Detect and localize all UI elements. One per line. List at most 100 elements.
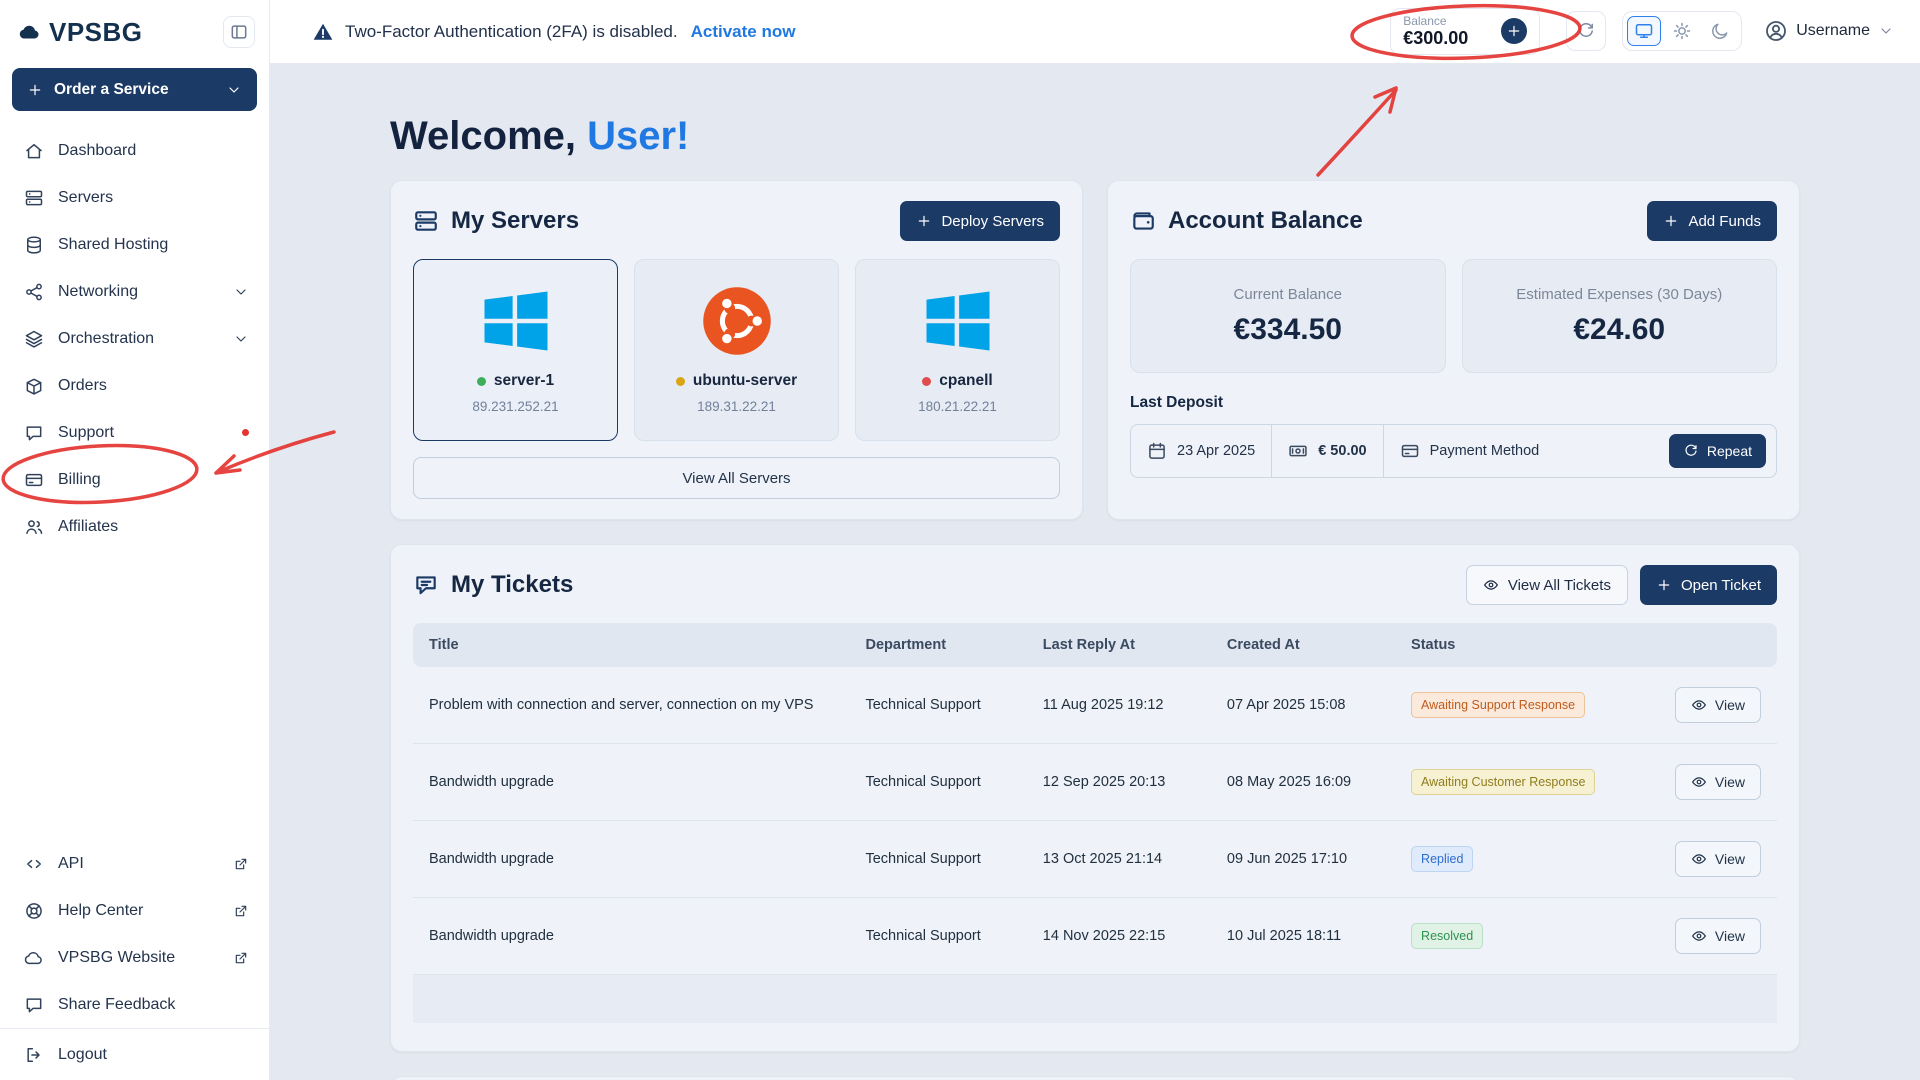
windows-logo-icon [922,285,994,357]
orders-icon [24,376,44,396]
vpsbg-logo[interactable]: VPSBG [18,17,143,48]
add-funds-button[interactable]: Add Funds [1647,201,1777,241]
home-icon [24,141,44,161]
sidebar-item-orders[interactable]: Orders [0,362,269,409]
view-ticket-button[interactable]: View [1675,764,1761,800]
ticket-title: Bandwidth upgrade [413,821,849,898]
orchestration-icon [24,329,44,349]
sidebar-item-servers[interactable]: Servers [0,174,269,221]
user-menu[interactable]: Username [1764,19,1894,43]
topbar: Two-Factor Authentication (2FA) is disab… [270,0,1920,64]
column-status: Status [1395,623,1627,667]
code-icon [24,854,44,874]
balance-value: €300.00 [1403,28,1468,50]
column-title: Title [413,623,849,667]
sidebar-item-share-feedback[interactable]: Share Feedback [0,981,269,1028]
view-all-servers-button[interactable]: View All Servers [413,457,1060,499]
status-dot [676,377,685,386]
sidebar-item-shared-hosting[interactable]: Shared Hosting [0,221,269,268]
eye-icon [1691,697,1707,713]
view-ticket-button[interactable]: View [1675,918,1761,954]
deposit-date: 23 Apr 2025 [1131,425,1271,477]
server-name: ubuntu-server [693,372,797,390]
light-theme-button[interactable] [1665,16,1699,46]
ticket-created: 07 Apr 2025 15:08 [1211,667,1395,744]
sidebar-item-dashboard[interactable]: Dashboard [0,127,269,174]
tickets-table: Title Department Last Reply At Created A… [413,623,1777,1023]
add-balance-button[interactable] [1501,18,1527,44]
view-ticket-button[interactable]: View [1675,841,1761,877]
credit-card-icon [1400,441,1420,461]
dark-theme-button[interactable] [1703,16,1737,46]
sidebar-item-vpsbg-website[interactable]: VPSBG Website [0,934,269,981]
order-service-label: Order a Service [54,81,169,99]
sidebar-item-logout[interactable]: Logout [0,1028,269,1080]
page-title: Welcome, User! [390,112,1800,160]
last-deposit-label: Last Deposit [1130,394,1777,412]
ticket-last-reply: 13 Oct 2025 21:14 [1027,821,1211,898]
external-link-icon [233,903,249,919]
last-deposit-row: 23 Apr 2025 € 50.00 Payment Method Repea… [1130,424,1777,478]
balance-text: Balance €300.00 [1403,14,1468,50]
repeat-deposit-button[interactable]: Repeat [1669,434,1766,468]
server-tile-cpanell[interactable]: cpanell 180.21.22.21 [855,259,1060,441]
username-label: Username [1796,22,1870,40]
empty-table-row [413,975,1777,1023]
theme-switcher [1622,11,1742,51]
my-servers-title: My Servers [413,207,579,235]
refresh-button[interactable] [1566,11,1606,51]
sidebar-item-billing[interactable]: Billing [0,456,269,503]
logo-text: VPSBG [49,17,143,48]
2fa-warning-text: Two-Factor Authentication (2FA) is disab… [345,22,678,42]
server-tile-ubuntu-server[interactable]: ubuntu-server 189.31.22.21 [634,259,839,441]
sidebar-item-support[interactable]: Support [0,409,269,456]
ticket-department: Technical Support [849,667,1026,744]
eye-icon [1483,577,1499,593]
server-ip: 89.231.252.21 [424,399,607,414]
sidebar-item-networking[interactable]: Networking [0,268,269,315]
open-ticket-button[interactable]: Open Ticket [1640,565,1777,605]
welcome-username: User! [587,114,689,158]
order-service-button[interactable]: Order a Service [12,68,257,111]
activate-2fa-link[interactable]: Activate now [691,22,796,42]
deploy-servers-button[interactable]: Deploy Servers [900,201,1060,241]
windows-logo-icon [480,285,552,357]
collapse-sidebar-button[interactable] [223,16,255,48]
balance-label: Balance [1403,14,1468,28]
external-link-icon [233,950,249,966]
servers-icon [24,188,44,208]
ticket-row: Bandwidth upgrade Technical Support 13 O… [413,821,1777,898]
column-last-reply: Last Reply At [1027,623,1211,667]
server-ip: 189.31.22.21 [645,399,828,414]
ticket-icon [413,572,439,598]
status-badge: Awaiting Customer Response [1411,769,1595,795]
logo-row: VPSBG [0,0,269,56]
ticket-department: Technical Support [849,744,1026,821]
ubuntu-logo-icon [701,285,773,357]
cloud-logo-icon [18,20,42,44]
plus-icon [1663,213,1679,229]
balance-widget[interactable]: Balance €300.00 [1390,8,1540,56]
view-ticket-button[interactable]: View [1675,687,1761,723]
sidebar-item-api[interactable]: API [0,840,269,887]
monitor-icon [1634,21,1654,41]
chevron-down-icon [233,284,249,300]
shared-hosting-icon [24,235,44,255]
billing-icon [24,470,44,490]
affiliates-icon [24,517,44,537]
view-all-tickets-button[interactable]: View All Tickets [1466,565,1628,605]
my-servers-card: My Servers Deploy Servers server-1 [390,180,1083,520]
chevron-down-icon [1878,23,1894,39]
sidebar-item-orchestration[interactable]: Orchestration [0,315,269,362]
ticket-last-reply: 12 Sep 2025 20:13 [1027,744,1211,821]
sidebar-item-affiliates[interactable]: Affiliates [0,503,269,550]
system-theme-button[interactable] [1627,16,1661,46]
sidebar-item-help-center[interactable]: Help Center [0,887,269,934]
current-balance-box: Current Balance €334.50 [1130,259,1446,373]
sun-icon [1672,21,1692,41]
notification-dot [242,429,249,436]
ticket-created: 09 Jun 2025 17:10 [1211,821,1395,898]
server-tile-server-1[interactable]: server-1 89.231.252.21 [413,259,618,441]
calendar-icon [1147,441,1167,461]
support-icon [24,423,44,443]
